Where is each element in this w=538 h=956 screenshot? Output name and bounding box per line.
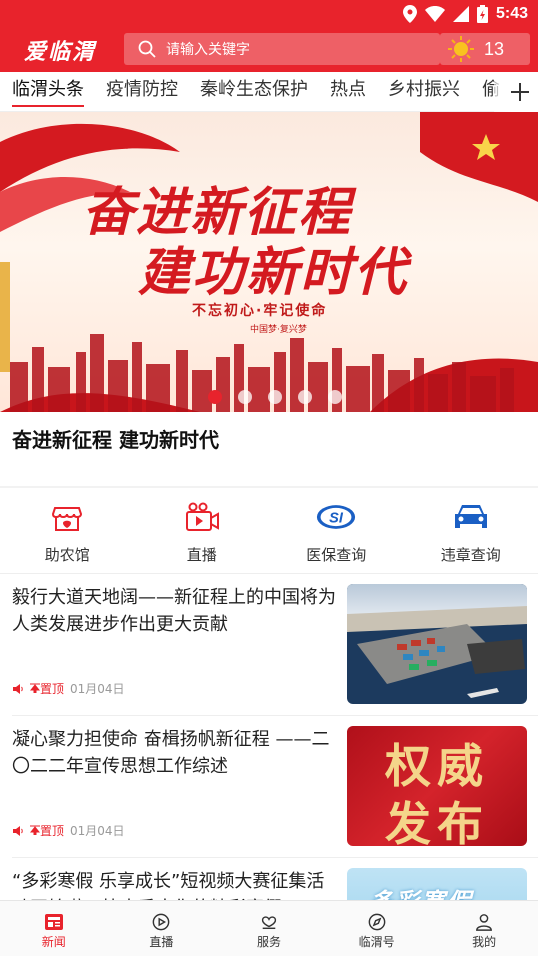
tab-hot[interactable]: 热点 bbox=[330, 72, 366, 112]
banner-slogan-small: 中国梦·复兴梦 bbox=[250, 325, 307, 335]
service-label: 助农馆 bbox=[44, 546, 90, 564]
pinned-tag: 置顶 bbox=[29, 822, 65, 839]
nav-label: 服务 bbox=[256, 935, 281, 949]
service-farm-shop[interactable]: 助农馆 bbox=[0, 500, 135, 572]
weather-widget[interactable]: 13 bbox=[440, 33, 530, 65]
news-date: 01月04日 bbox=[70, 682, 125, 696]
search-bar[interactable]: 请输入关键字 bbox=[124, 33, 440, 65]
search-placeholder: 请输入关键字 bbox=[166, 42, 250, 58]
news-thumbnail: 权威 发布 bbox=[347, 726, 527, 846]
speaker-icon bbox=[13, 683, 23, 694]
medical-insurance-icon: SI bbox=[317, 505, 356, 529]
news-item[interactable]: 毅行大道天地阔——新征程上的中国将为人类发展进步作出更大贡献 置顶 01月04日 bbox=[0, 574, 538, 716]
banner-caption[interactable]: 奋进新征程 建功新时代 bbox=[12, 424, 219, 453]
news-title: 毅行大道天地阔——新征程上的中国将为人类发展进步作出更大贡献 bbox=[12, 587, 336, 635]
battery-icon bbox=[476, 5, 488, 23]
signal-icon bbox=[452, 6, 469, 22]
news-item[interactable]: 凝心聚力担使命 奋楫扬帆新征程 ——二〇二二年宣传思想工作综述 置顶 01月04… bbox=[0, 716, 538, 858]
bottom-navigation: 新闻 直播 服务 临渭号 我的 bbox=[0, 900, 538, 956]
sun-icon bbox=[448, 36, 474, 62]
news-title: 凝心聚力担使命 奋楫扬帆新征程 ——二〇二二年宣传思想工作综述 bbox=[12, 729, 330, 777]
svg-text:SI: SI bbox=[329, 510, 344, 526]
temperature: 13 bbox=[484, 38, 505, 59]
port-photo bbox=[347, 584, 527, 704]
pinned-tag: 置顶 bbox=[29, 680, 65, 697]
news-thumbnail bbox=[347, 584, 527, 704]
user-icon bbox=[476, 914, 493, 931]
carousel-dot-5[interactable] bbox=[328, 390, 342, 404]
service-traffic-violation[interactable]: 违章查询 bbox=[404, 500, 538, 572]
app-header: 5:43 爱临渭 请输入关键字 13 bbox=[0, 0, 538, 72]
nav-label: 临渭号 bbox=[358, 935, 395, 949]
service-label: 违章查询 bbox=[440, 546, 501, 564]
section-divider bbox=[0, 486, 538, 488]
carousel-dot-3[interactable] bbox=[268, 390, 282, 404]
play-icon bbox=[153, 913, 170, 931]
service-shortcuts: 助农馆 直播 SI 医保查询 违章查询 bbox=[0, 500, 538, 572]
tab-qinling[interactable]: 秦岭生态保护 bbox=[200, 72, 308, 112]
tab-headline[interactable]: 临渭头条 bbox=[12, 72, 84, 112]
speaker-icon bbox=[13, 825, 23, 836]
app-logo[interactable]: 爱临渭 bbox=[24, 34, 96, 66]
add-tab-button[interactable] bbox=[494, 72, 538, 112]
service-label: 直播 bbox=[186, 546, 217, 564]
service-heart-icon bbox=[261, 916, 277, 930]
shop-icon bbox=[52, 507, 83, 531]
nav-label: 我的 bbox=[472, 935, 497, 949]
hero-banner[interactable]: 奋进新征程 建功新时代 不忘初心·牢记使命 中国梦·复兴梦 bbox=[0, 112, 538, 412]
service-label: 医保查询 bbox=[306, 546, 367, 564]
carousel-dot-4[interactable] bbox=[298, 390, 312, 404]
location-icon bbox=[402, 5, 417, 23]
pinned-label: 置顶 bbox=[40, 824, 65, 838]
carousel-dot-2[interactable] bbox=[238, 390, 252, 404]
category-tabs: 临渭头条 疫情防控 秦岭生态保护 热点 乡村振兴 偷 bbox=[0, 72, 538, 112]
pinned-label: 置顶 bbox=[40, 682, 65, 696]
car-icon bbox=[454, 505, 487, 528]
service-medical-insurance[interactable]: SI 医保查询 bbox=[269, 500, 404, 572]
wifi-icon bbox=[424, 6, 445, 22]
news-meta: 置顶 01月04日 bbox=[12, 680, 125, 697]
thumb-text-line-1: 权威 bbox=[385, 739, 489, 793]
clock: 5:43 bbox=[495, 5, 528, 22]
nav-mine[interactable]: 我的 bbox=[430, 901, 538, 956]
tab-rural[interactable]: 乡村振兴 bbox=[388, 72, 460, 112]
nav-live[interactable]: 直播 bbox=[108, 901, 216, 956]
nav-label: 直播 bbox=[149, 935, 174, 949]
live-camera-icon bbox=[185, 502, 219, 531]
service-live[interactable]: 直播 bbox=[135, 500, 270, 572]
carousel-dot-1[interactable] bbox=[208, 390, 222, 404]
compass-icon bbox=[368, 913, 385, 931]
nav-linwei-account[interactable]: 临渭号 bbox=[323, 901, 431, 956]
search-icon bbox=[138, 40, 156, 58]
plus-icon bbox=[511, 83, 529, 101]
nav-service[interactable]: 服务 bbox=[215, 901, 323, 956]
nav-label: 新闻 bbox=[41, 935, 66, 949]
nav-news[interactable]: 新闻 bbox=[0, 901, 108, 956]
pin-up-icon bbox=[29, 825, 41, 836]
news-date: 01月04日 bbox=[70, 824, 125, 838]
news-icon bbox=[44, 914, 63, 930]
thumb-text-line-2: 发布 bbox=[385, 797, 489, 846]
banner-headline-2: 建功新时代 bbox=[138, 243, 409, 303]
carousel-indicator[interactable] bbox=[208, 390, 342, 404]
tab-epidemic[interactable]: 疫情防控 bbox=[106, 72, 178, 112]
banner-slogan: 不忘初心·牢记使命 bbox=[192, 303, 328, 319]
news-meta: 置顶 01月04日 bbox=[12, 822, 125, 839]
status-bar: 5:43 bbox=[402, 0, 538, 28]
pin-up-icon bbox=[29, 683, 41, 694]
